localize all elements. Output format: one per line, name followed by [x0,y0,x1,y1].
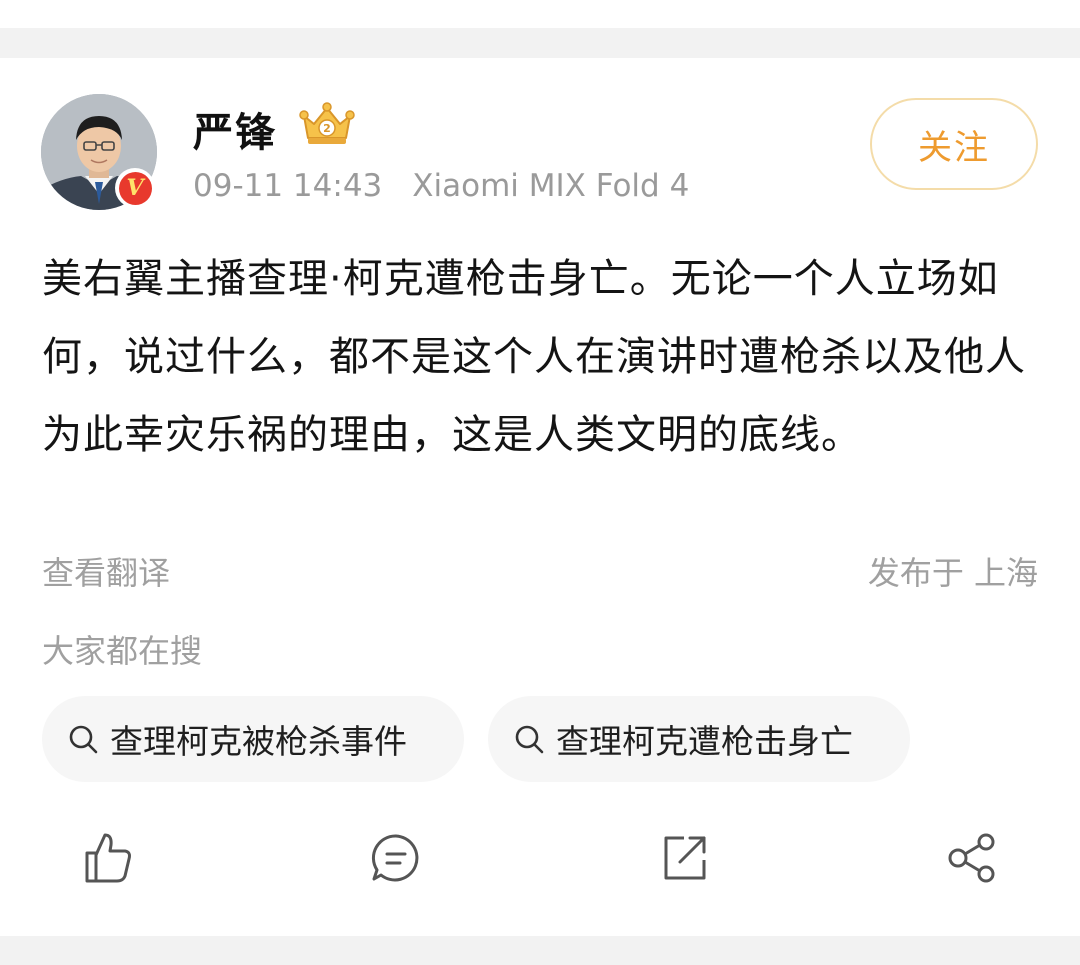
trending-chip[interactable]: 查理柯克被枪杀事件 [42,696,464,782]
verified-v-icon: V [115,168,155,208]
trending-heading: 大家都在搜 [42,632,203,670]
post-text: 美右翼主播查理·柯克遭枪击身亡。无论一个人立场如何，说过什么，都不是这个人在演讲… [42,256,1026,458]
post-location: 发布于 上海 [867,554,1038,592]
trending-chip-label: 查理柯克被枪杀事件 [110,722,407,761]
post-device: Xiaomi MIX Fold 4 [412,168,690,204]
comment-button[interactable] [366,828,426,888]
share-button[interactable] [942,828,1002,888]
top-strip [0,0,1080,28]
share-icon [948,833,995,883]
repost-icon [664,836,706,880]
trending-chip-label: 查理柯克遭枪击身亡 [556,722,853,761]
bottom-strip [0,936,1080,965]
svg-text:2: 2 [323,122,331,135]
trending-chip[interactable]: 查理柯克遭枪击身亡 [488,696,910,782]
crown-level-icon: 2 [299,102,355,144]
follow-button[interactable]: 关注 [870,98,1038,190]
post-time: 09-11 14:43 [193,168,383,204]
author-name[interactable]: 严锋 [193,100,277,158]
thumbs-up-icon [85,833,131,883]
translate-link[interactable]: 查看翻译 [42,548,170,594]
repost-button[interactable] [654,828,714,888]
search-icon [515,725,544,754]
post-card: V 严锋 2 09-11 14:43 Xiaomi MIX Fold 4 关注 美… [0,58,1080,936]
comment-icon [371,834,419,882]
search-icon [69,725,98,754]
post-meta: 09-11 14:43 Xiaomi MIX Fold 4 [193,168,689,204]
like-button[interactable] [78,828,138,888]
